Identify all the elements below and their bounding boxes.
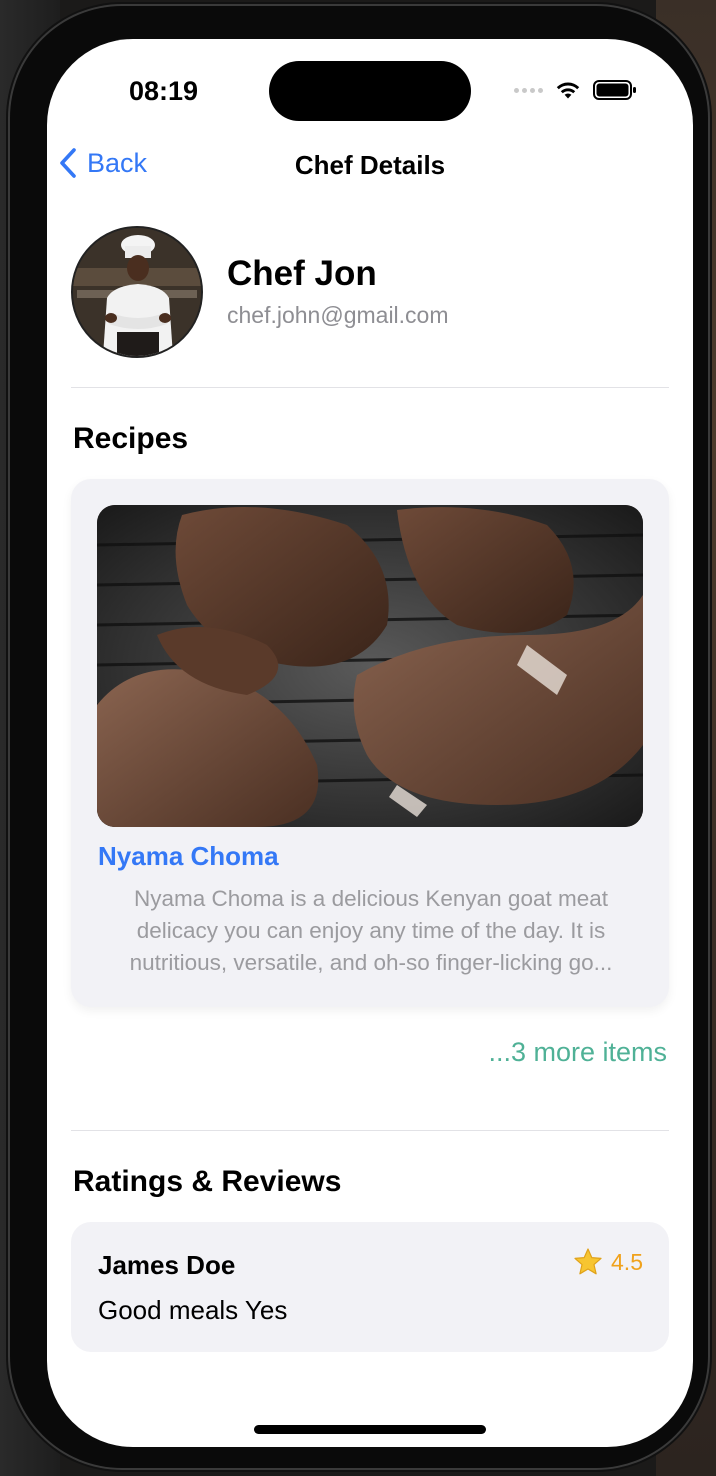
status-time: 08:19 <box>129 76 199 106</box>
recipe-card[interactable]: Nyama Choma Nyama Choma is a delicious K… <box>71 479 669 1007</box>
grilled-meat-photo <box>97 505 643 827</box>
review-rating: 4.5 <box>573 1247 643 1277</box>
cellular-signal-icon <box>514 87 543 93</box>
review-card[interactable]: James Doe 4.5 Good meals Yes <box>71 1222 669 1352</box>
app-screen: 08:19 Back Chef Details Chef Jon chef.jo… <box>47 39 693 1447</box>
recipes-section-title: Recipes <box>73 422 189 455</box>
rating-value: 4.5 <box>611 1248 643 1275</box>
review-text: Good meals Yes <box>98 1295 288 1325</box>
chef-avatar <box>71 226 203 358</box>
divider <box>71 1130 669 1131</box>
home-indicator[interactable] <box>254 1425 486 1434</box>
recipe-image <box>97 505 643 827</box>
chef-name: Chef Jon <box>227 254 377 293</box>
chef-profile: Chef Jon chef.john@gmail.com <box>71 226 671 358</box>
recipe-title[interactable]: Nyama Choma <box>98 841 279 872</box>
reviewer-name: James Doe <box>98 1250 236 1280</box>
reviews-section-title: Ratings & Reviews <box>73 1165 342 1198</box>
navigation-bar: Back Chef Details <box>47 147 693 187</box>
star-icon <box>574 1248 602 1275</box>
phone-frame: 08:19 Back Chef Details Chef Jon chef.jo… <box>10 6 708 1468</box>
page-title: Chef Details <box>294 150 446 180</box>
more-recipes-link[interactable]: ...3 more items <box>488 1037 667 1068</box>
chef-email: chef.john@gmail.com <box>227 302 449 328</box>
divider <box>71 387 669 388</box>
recipe-description: Nyama Choma is a delicious Kenyan goat m… <box>129 886 613 975</box>
battery-icon <box>593 80 636 100</box>
chef-photo <box>73 228 201 356</box>
status-icons <box>514 79 637 101</box>
wifi-icon <box>556 82 580 99</box>
dynamic-island <box>269 61 471 121</box>
